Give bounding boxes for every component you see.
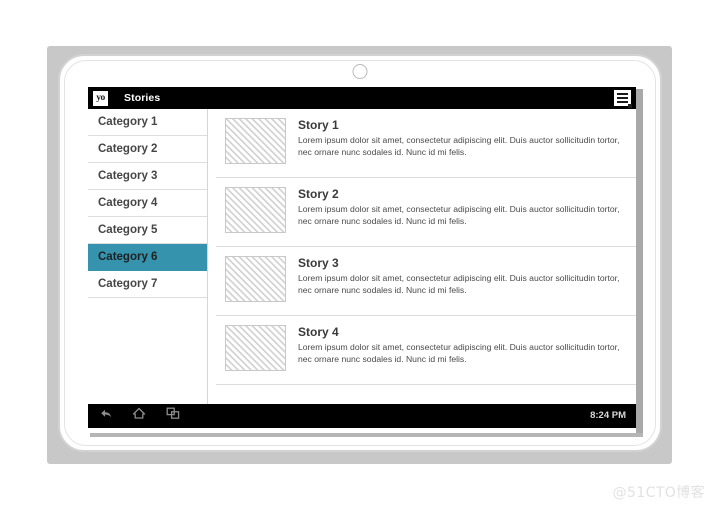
screenshot-root: yo Stories Category 1 Category 2 Categor… (0, 0, 717, 510)
hamburger-line (617, 93, 628, 95)
sidebar-item-category-2[interactable]: Category 2 (88, 136, 207, 163)
story-description: Lorem ipsum dolor sit amet, consectetur … (298, 204, 620, 226)
sidebar-item-category-4[interactable]: Category 4 (88, 190, 207, 217)
story-list-item[interactable]: Story 4 Lorem ipsum dolor sit amet, cons… (216, 316, 636, 385)
category-sidebar: Category 1 Category 2 Category 3 Categor… (88, 109, 208, 404)
recent-apps-icon[interactable] (166, 407, 180, 425)
camera-circle-icon (352, 64, 368, 79)
app-content-area: Category 1 Category 2 Category 3 Categor… (88, 109, 636, 404)
status-clock: 8:24 PM (590, 410, 626, 421)
story-description: Lorem ipsum dolor sit amet, consectetur … (298, 135, 620, 157)
watermark: @51CTO博客 (612, 485, 705, 501)
hamburger-line (617, 101, 628, 103)
story-list-item[interactable]: Story 2 Lorem ipsum dolor sit amet, cons… (216, 178, 636, 247)
story-text-block: Story 1 Lorem ipsum dolor sit amet, cons… (298, 118, 620, 158)
sidebar-item-category-3[interactable]: Category 3 (88, 163, 207, 190)
story-description: Lorem ipsum dolor sit amet, consectetur … (298, 342, 620, 364)
sidebar-gutter (208, 109, 216, 404)
story-title: Story 4 (298, 325, 339, 339)
story-description: Lorem ipsum dolor sit amet, consectetur … (298, 273, 620, 295)
menu-corner-notch (628, 104, 632, 108)
sidebar-item-category-7[interactable]: Category 7 (88, 271, 207, 298)
tablet-screen: yo Stories Category 1 Category 2 Categor… (88, 87, 636, 431)
screen-edge-shadow-bottom (90, 433, 643, 437)
sidebar-item-category-5[interactable]: Category 5 (88, 217, 207, 244)
story-title: Story 3 (298, 256, 339, 270)
story-list: Story 1 Lorem ipsum dolor sit amet, cons… (216, 109, 636, 404)
story-list-item[interactable]: Story 3 Lorem ipsum dolor sit amet, cons… (216, 247, 636, 316)
app-titlebar: yo Stories (88, 87, 636, 109)
story-list-item[interactable]: Story 1 Lorem ipsum dolor sit amet, cons… (216, 109, 636, 178)
sidebar-item-category-6[interactable]: Category 6 (88, 244, 207, 271)
story-text-block: Story 2 Lorem ipsum dolor sit amet, cons… (298, 187, 620, 227)
story-thumbnail-placeholder-icon (225, 118, 286, 164)
screen-edge-shadow-right (636, 89, 643, 433)
story-list-item-partial[interactable] (216, 385, 636, 404)
app-title: Stories (124, 92, 161, 104)
nav-icon-group (98, 407, 180, 425)
home-icon[interactable] (132, 407, 146, 425)
sidebar-item-category-1[interactable]: Category 1 (88, 109, 207, 136)
story-thumbnail-placeholder-icon (225, 256, 286, 302)
tablet-device-frame: yo Stories Category 1 Category 2 Categor… (58, 54, 662, 452)
story-thumbnail-placeholder-icon (225, 187, 286, 233)
story-text-block: Story 3 Lorem ipsum dolor sit amet, cons… (298, 256, 620, 296)
app-logo-icon: yo (93, 90, 108, 106)
story-thumbnail-placeholder-icon (225, 325, 286, 371)
story-title: Story 2 (298, 187, 339, 201)
back-arrow-icon[interactable] (98, 407, 112, 425)
story-title: Story 1 (298, 118, 339, 132)
story-text-block: Story 4 Lorem ipsum dolor sit amet, cons… (298, 325, 620, 365)
android-navigation-bar: 8:24 PM (88, 404, 636, 428)
hamburger-line (617, 97, 628, 99)
